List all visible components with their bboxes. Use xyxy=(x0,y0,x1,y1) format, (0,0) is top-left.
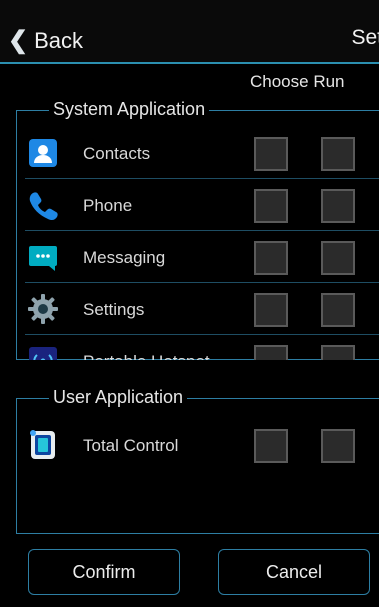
contacts-icon xyxy=(29,139,57,167)
settings-gear-icon xyxy=(28,294,58,324)
group-title-user: User Application xyxy=(49,387,188,408)
cancel-button[interactable]: Cancel xyxy=(218,549,370,595)
app-name: Messaging xyxy=(83,248,166,267)
page-title: Set xyxy=(351,26,379,49)
total-control-icon xyxy=(30,430,55,459)
app-name: Contacts xyxy=(83,144,151,163)
phone-icon xyxy=(29,192,58,221)
run-checkbox[interactable] xyxy=(321,429,355,463)
choose-checkbox[interactable] xyxy=(254,241,288,275)
run-checkbox[interactable] xyxy=(321,241,355,275)
list-item-phone: Phone xyxy=(25,181,379,231)
choose-checkbox[interactable] xyxy=(254,293,288,327)
list-item-messaging: Messaging xyxy=(25,233,379,283)
run-checkbox[interactable] xyxy=(321,293,355,327)
choose-checkbox[interactable] xyxy=(254,189,288,223)
confirm-button[interactable]: Confirm xyxy=(28,549,180,595)
column-headers: Choose Run xyxy=(250,72,345,91)
list-item-contacts: Contacts xyxy=(25,129,379,179)
app-name: Settings xyxy=(83,300,145,319)
choose-checkbox[interactable] xyxy=(254,137,288,171)
user-application-group: User Application Total Control xyxy=(16,387,379,534)
chevron-left-icon: ❮ xyxy=(8,27,29,54)
app-name: Portable Hotspot xyxy=(83,352,210,360)
app-name: Phone xyxy=(83,196,133,215)
list-item-settings: Settings xyxy=(25,285,379,335)
list-item-total-control: Total Control xyxy=(25,421,379,471)
hotspot-icon xyxy=(29,347,57,360)
list-item-portable-hotspot: Portable Hotspot xyxy=(25,337,379,360)
run-checkbox[interactable] xyxy=(321,345,355,360)
system-application-group: System Application Contacts Phone Messag… xyxy=(16,99,379,360)
run-checkbox[interactable] xyxy=(321,137,355,171)
app-name: Total Control xyxy=(83,436,179,455)
messaging-icon xyxy=(29,246,57,271)
back-button[interactable]: ❮ Back xyxy=(8,28,83,54)
choose-checkbox[interactable] xyxy=(254,429,288,463)
group-title-system: System Application xyxy=(49,99,210,120)
app-header: ❮ Back Set xyxy=(0,0,379,64)
choose-checkbox[interactable] xyxy=(254,345,288,360)
run-checkbox[interactable] xyxy=(321,189,355,223)
back-label: Back xyxy=(34,28,84,53)
